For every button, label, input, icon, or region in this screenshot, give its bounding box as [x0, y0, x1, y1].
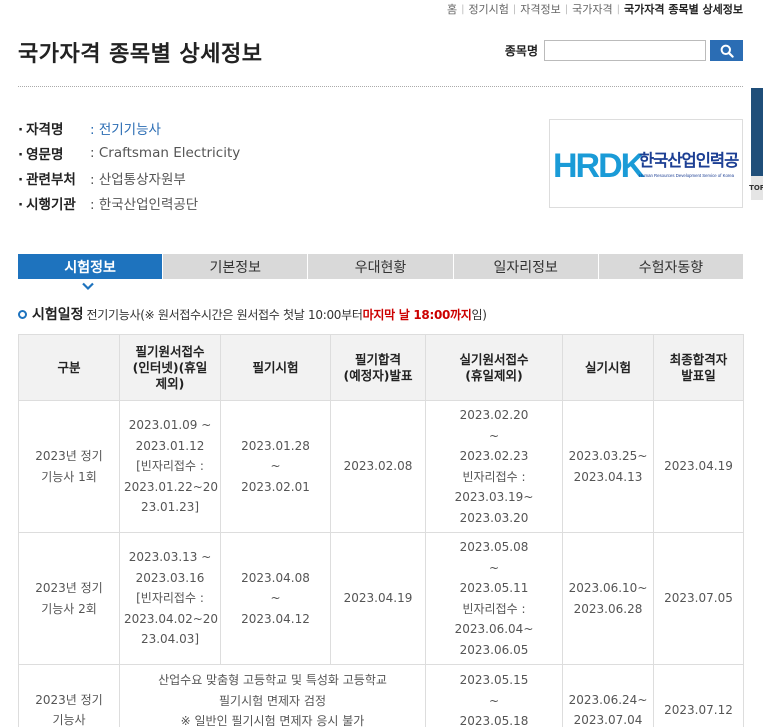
col-header: 구분 — [18, 334, 120, 401]
logo-mark: HRDK — [553, 147, 646, 184]
breadcrumb-current: 국가자격 종목별 상세정보 — [624, 3, 743, 16]
info-label: 영문명 — [18, 143, 90, 163]
col-header: 실기원서접수 (휴일제외) — [425, 334, 563, 401]
detail-tabs: 시험정보 기본정보 우대현황 일자리정보 수험자동향 — [18, 254, 744, 279]
agency-logo: HRDK 한국산업인력공단 Human Resources Developmen… — [549, 119, 743, 208]
info-row-name: 자격명 : 전기기능사 — [18, 115, 240, 140]
info-label: 시행기관 — [18, 193, 90, 213]
cert-info-list: 자격명 : 전기기능사 영문명 : Craftsman Electricity … — [18, 115, 240, 215]
hrdk-logo-icon: HRDK 한국산업인력공단 Human Resources Developmen… — [553, 147, 739, 184]
table-cell: 2023.05.08 ~ 2023.05.11 빈자리접수 : 2023.06.… — [425, 532, 563, 665]
table-cell: 2023.02.20 ~ 2023.02.23 빈자리접수 : 2023.03.… — [425, 400, 563, 533]
table-cell: 2023.06.24~ 2023.07.04 — [562, 664, 654, 727]
col-header: 실기시험 — [562, 334, 654, 401]
info-row-agency: 시행기관 : 한국산업인력공단 — [18, 190, 240, 215]
table-row: 2023년 정기 기능사 1회 2023.01.09 ~ 2023.01.12 … — [18, 400, 744, 533]
section-note-deadline: 마지막 날 18:00까지 — [362, 307, 472, 322]
table-cell: 2023.04.19 — [330, 532, 426, 665]
table-cell: 2023년 정기 기능사 — [18, 664, 120, 727]
info-value: : Craftsman Electricity — [90, 144, 241, 161]
breadcrumb-cert-info[interactable]: 자격정보 — [520, 1, 560, 17]
bullet-icon — [18, 309, 27, 319]
table-row: 2023년 정기 기능사 산업수요 맞춤형 고등학교 및 특성화 고등학교 필기… — [18, 664, 744, 727]
breadcrumb: 홈 | 정기시험 | 자격정보 | 국가자격 | 국가자격 종목별 상세정보 — [446, 1, 743, 17]
table-cell: 2023.07.12 — [653, 664, 744, 727]
table-cell: 2023.03.13 ~ 2023.03.16 [빈자리접수 : 2023.04… — [119, 532, 221, 665]
title-divider — [18, 86, 743, 87]
search-bar: 종목명 — [505, 40, 743, 61]
schedule-heading: 시험일정 전기기능사(※ 원서접수시간은 원서접수 첫날 10:00부터 마지막… — [18, 304, 487, 324]
info-row-english: 영문명 : Craftsman Electricity — [18, 140, 240, 165]
col-header: 필기시험 — [220, 334, 331, 401]
table-cell: 2023.06.10~ 2023.06.28 — [562, 532, 654, 665]
tab-exam-info[interactable]: 시험정보 — [18, 254, 163, 279]
search-button[interactable] — [710, 40, 743, 61]
table-cell: 2023년 정기 기능사 2회 — [18, 532, 120, 665]
section-note: 전기기능사(※ 원서접수시간은 원서접수 첫날 10:00부터 — [86, 307, 363, 322]
col-header: 필기원서접수 (인터넷)(휴일 제외) — [119, 334, 221, 401]
table-header-row: 구분 필기원서접수 (인터넷)(휴일 제외) 필기시험 필기합격 (예정자)발표… — [18, 334, 744, 401]
info-value: : 한국산업인력공단 — [90, 196, 199, 213]
tab-preference[interactable]: 우대현황 — [307, 254, 453, 279]
col-header: 필기합격 (예정자)발표 — [330, 334, 426, 401]
table-cell: 2023.04.08 ~ 2023.04.12 — [220, 532, 331, 665]
table-row: 2023년 정기 기능사 2회 2023.03.13 ~ 2023.03.16 … — [18, 532, 744, 665]
table-cell: 산업수요 맞춤형 고등학교 및 특성화 고등학교 필기시험 면제자 검정 ※ 일… — [119, 664, 426, 727]
tab-basic-info[interactable]: 기본정보 — [162, 254, 308, 279]
search-input[interactable] — [544, 40, 706, 61]
table-cell: 2023.07.05 — [653, 532, 744, 665]
info-value: : 산업통상자원부 — [90, 171, 186, 188]
active-tab-chevron-icon — [82, 282, 94, 291]
search-icon — [720, 44, 734, 58]
section-title: 시험일정 — [32, 307, 84, 323]
table-cell: 2023.02.08 — [330, 400, 426, 533]
table-cell: 2023.04.19 — [653, 400, 744, 533]
tab-examinee-trend[interactable]: 수험자동향 — [597, 254, 744, 279]
breadcrumb-national-cert[interactable]: 국가자격 — [572, 1, 612, 17]
logo-sub: Human Resources Development Service of K… — [639, 173, 735, 178]
search-label: 종목명 — [504, 44, 538, 58]
scroll-top-button[interactable]: TOP — [749, 176, 763, 200]
page-title: 국가자격 종목별 상세정보 — [18, 42, 263, 67]
table-cell: 2023.05.15 ~ 2023.05.18 — [425, 664, 563, 727]
info-label: 자격명 — [18, 118, 90, 138]
info-label: 관련부처 — [18, 168, 90, 188]
table-cell: 2023년 정기 기능사 1회 — [18, 400, 120, 533]
breadcrumb-regular-exam[interactable]: 정기시험 — [468, 1, 508, 17]
table-cell: 2023.03.25~ 2023.04.13 — [562, 400, 654, 533]
col-header: 최종합격자 발표일 — [653, 334, 744, 401]
logo-name: 한국산업인력공단 — [639, 151, 739, 170]
table-cell: 2023.01.28 ~ 2023.02.01 — [220, 400, 331, 533]
breadcrumb-home[interactable]: 홈 — [447, 1, 457, 17]
table-cell: 2023.01.09 ~ 2023.01.12 [빈자리접수 : 2023.01… — [119, 400, 221, 533]
cert-name-link[interactable]: : 전기기능사 — [90, 118, 161, 138]
tab-job-info[interactable]: 일자리정보 — [452, 254, 598, 279]
exam-schedule-table: 구분 필기원서접수 (인터넷)(휴일 제외) 필기시험 필기합격 (예정자)발표… — [18, 334, 744, 727]
side-quick-banner[interactable] — [751, 88, 763, 188]
section-note-end: 임) — [471, 307, 487, 322]
info-row-ministry: 관련부처 : 산업통상자원부 — [18, 165, 240, 190]
